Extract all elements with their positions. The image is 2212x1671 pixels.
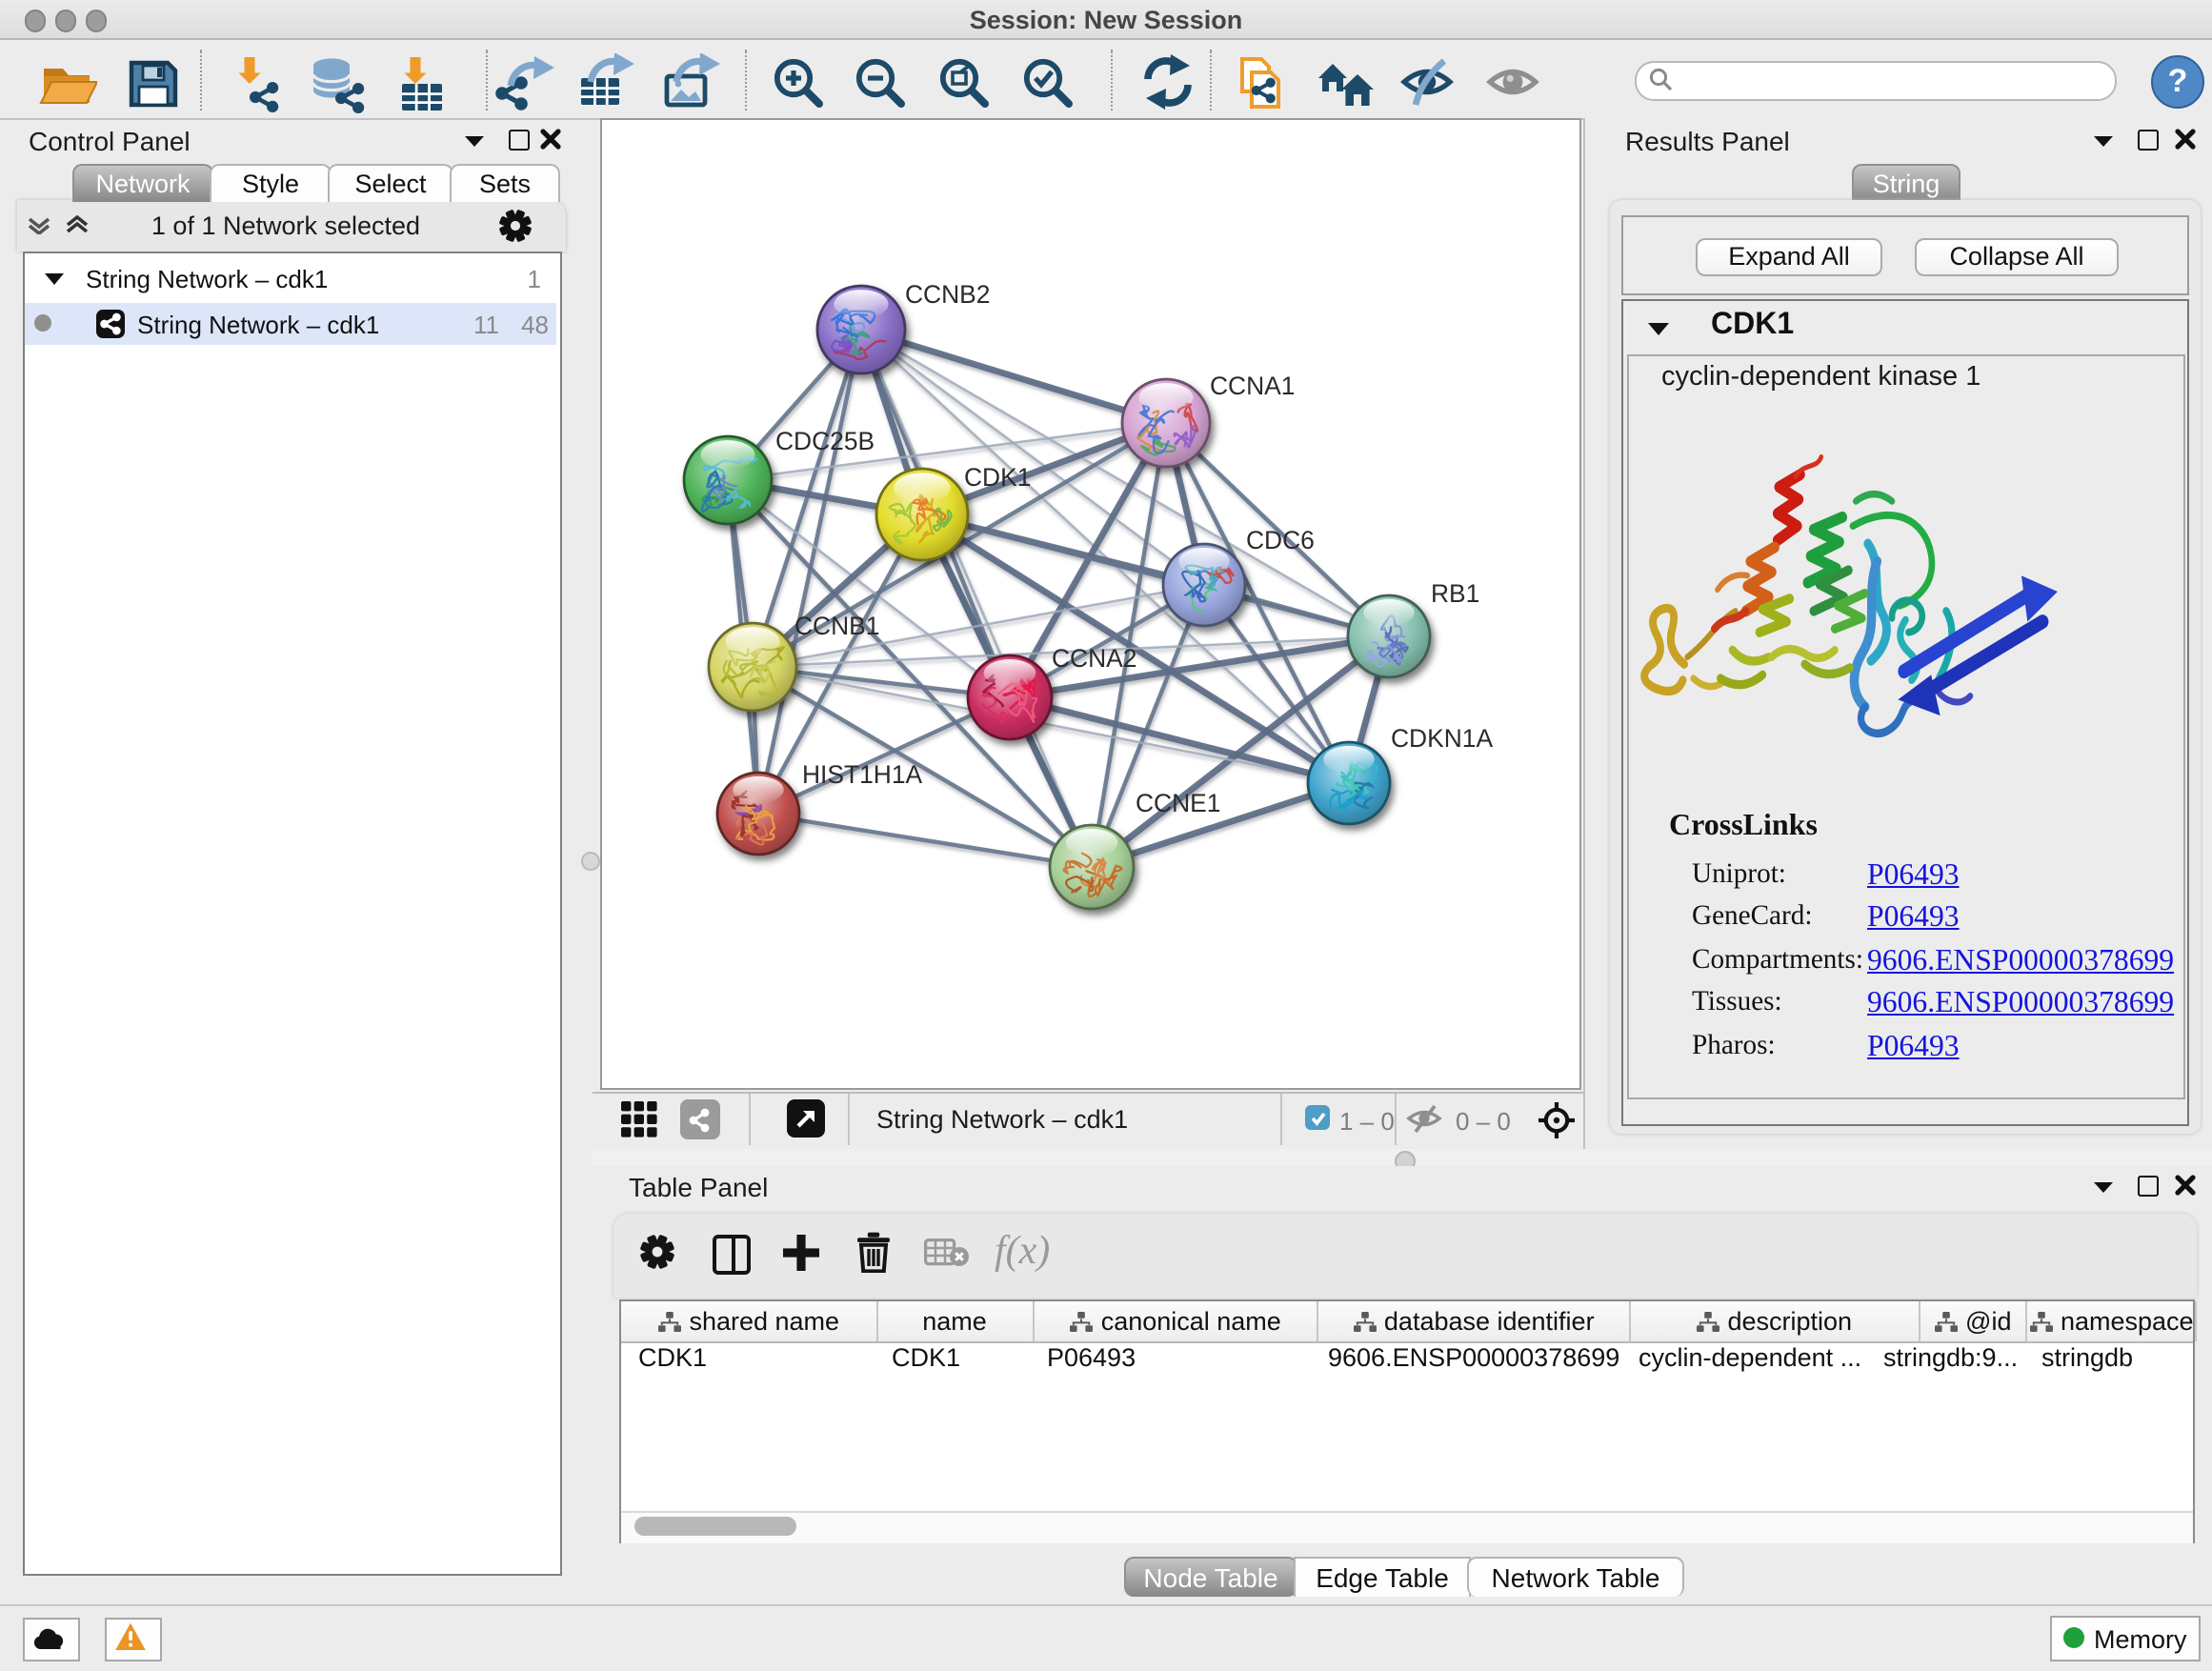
svg-text:CDKN1A: CDKN1A xyxy=(1391,723,1493,752)
svg-text:CDC6: CDC6 xyxy=(1246,525,1315,554)
svg-text:CCNA2: CCNA2 xyxy=(1052,643,1136,672)
svg-text:CCNB2: CCNB2 xyxy=(905,279,990,308)
svg-text:HIST1H1A: HIST1H1A xyxy=(802,759,923,788)
svg-text:RB1: RB1 xyxy=(1431,578,1479,607)
svg-text:CDK1: CDK1 xyxy=(964,462,1031,491)
svg-text:CCNE1: CCNE1 xyxy=(1136,788,1220,816)
svg-text:CCNB1: CCNB1 xyxy=(794,611,879,639)
svg-text:CDC25B: CDC25B xyxy=(775,426,875,454)
svg-text:CCNA1: CCNA1 xyxy=(1210,371,1295,399)
